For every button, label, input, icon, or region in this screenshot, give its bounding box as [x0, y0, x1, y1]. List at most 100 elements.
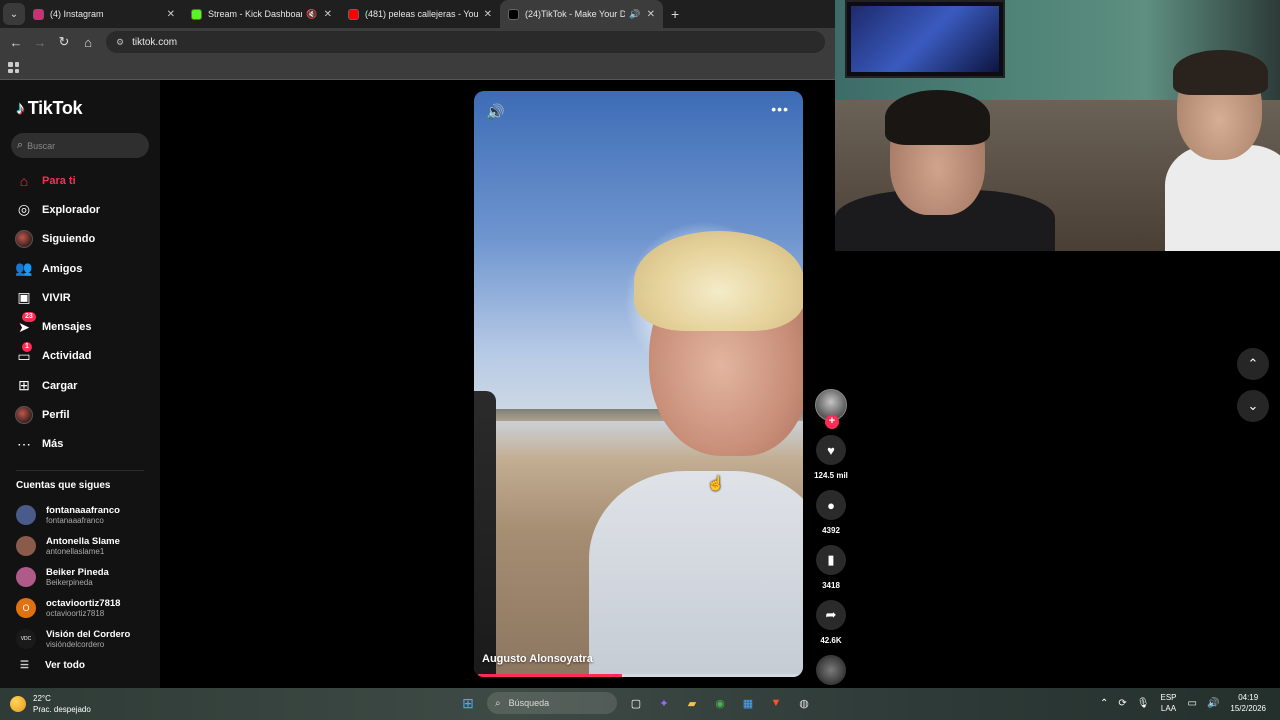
- taskbar-search[interactable]: ⌕ Búsqueda: [487, 692, 617, 714]
- account-username: Beikerpineda: [46, 577, 93, 587]
- address-bar[interactable]: ⚙ tiktok.com: [106, 31, 825, 53]
- video-player[interactable]: 🔊 ••• ☝ Augusto Alonsoyatra: [474, 91, 803, 677]
- search-input[interactable]: [27, 140, 128, 151]
- weather-desc: Prac. despejado: [33, 705, 91, 714]
- comment-action[interactable]: ● 4392: [811, 490, 851, 535]
- clock[interactable]: 04:19 15/2/2026: [1230, 692, 1266, 714]
- store-icon[interactable]: ▦: [739, 694, 757, 712]
- following-account[interactable]: Beiker Pineda Beikerpineda: [16, 562, 156, 593]
- browser-tab[interactable]: (24)TikTok - Make Your Day 🔊 ✕: [500, 0, 663, 28]
- sidebar-item-para-ti[interactable]: ⌂ Para ti: [0, 166, 160, 195]
- tab-title: (24)TikTok - Make Your Day: [525, 9, 626, 19]
- weather-widget[interactable]: 22°C Prac. despejado: [10, 693, 91, 715]
- video-actions: + ♥ 124.5 mil ● 4392 ▮ 3418 ➦ 42.6K: [811, 389, 851, 685]
- task-view-icon[interactable]: ▢: [627, 694, 645, 712]
- apps-grid-icon[interactable]: [8, 62, 19, 73]
- sidebar-item-vivir[interactable]: ▣ VIVIR: [0, 283, 160, 312]
- sidebar-item-siguiendo[interactable]: Siguiendo: [0, 225, 160, 254]
- chevron-down-icon: ⌄: [1247, 398, 1259, 413]
- share-count: 42.6K: [820, 636, 842, 645]
- sidebar-item-label: Explorador: [42, 203, 101, 216]
- creator-avatar[interactable]: +: [815, 389, 847, 429]
- compass-icon: ◎: [17, 201, 31, 218]
- account-username: visióndelcordero: [46, 639, 105, 649]
- copilot-icon[interactable]: ✦: [655, 694, 673, 712]
- sidebar-item-perfil[interactable]: Perfil: [0, 400, 160, 429]
- browser-tab[interactable]: (4) Instagram ✕: [25, 0, 183, 28]
- search-icon[interactable]: ⌕: [17, 139, 23, 152]
- volume-icon[interactable]: 🔊: [1207, 698, 1219, 709]
- following-account[interactable]: O octavioortiz7818 octavioortiz7818: [16, 592, 156, 623]
- account-username: fontanaaafranco: [46, 516, 104, 526]
- windows-start-icon[interactable]: ⊞: [459, 694, 477, 712]
- like-action[interactable]: ♥ 124.5 mil: [811, 435, 851, 480]
- tab-close-icon[interactable]: ✕: [484, 9, 492, 20]
- sidebar-item-explorador[interactable]: ◎ Explorador: [0, 195, 160, 224]
- video-side-figure: [474, 391, 496, 677]
- sidebar-item-amigos[interactable]: 👥 Amigos: [0, 254, 160, 283]
- video-progress-bar[interactable]: [478, 674, 799, 677]
- following-list: fontanaaafranco fontanaaafranco Antonell…: [16, 500, 156, 654]
- sidebar-item-mensajes[interactable]: ➤ 23 Mensajes: [0, 312, 160, 341]
- tab-audio-icon[interactable]: 🔊: [629, 9, 640, 20]
- chevron-up-icon[interactable]: ⌃: [1100, 698, 1108, 709]
- see-all-button[interactable]: ☰ Ver todo: [20, 660, 85, 671]
- more-options-icon[interactable]: •••: [771, 101, 789, 117]
- sidebar-item-label: VIVIR: [42, 291, 71, 304]
- site-info-icon[interactable]: ⚙: [116, 37, 124, 48]
- video-author[interactable]: Augusto Alonsoyatra: [482, 653, 593, 665]
- webcam-tv: [845, 0, 1005, 78]
- comment-icon[interactable]: ●: [816, 490, 846, 520]
- windows-taskbar: 22°C Prac. despejado ⊞ ⌕ Búsqueda ▢ ✦ ▰ …: [0, 688, 1280, 720]
- tab-close-icon[interactable]: ✕: [647, 9, 655, 20]
- share-action[interactable]: ➦ 42.6K: [811, 600, 851, 645]
- tab-close-icon[interactable]: ✕: [324, 9, 332, 20]
- tab-search-button[interactable]: ⌄: [3, 3, 25, 25]
- home-icon[interactable]: ⌂: [76, 35, 100, 50]
- sidebar-item-label: Para ti: [42, 174, 76, 187]
- sidebar-item-actividad[interactable]: ▭ 1 Actividad: [0, 341, 160, 371]
- reload-icon[interactable]: ↻: [52, 34, 76, 50]
- obs-icon[interactable]: ◍: [795, 694, 813, 712]
- heart-icon[interactable]: ♥: [816, 435, 846, 465]
- mic-icon[interactable]: 🎙: [1137, 698, 1150, 709]
- file-explorer-icon[interactable]: ▰: [683, 694, 701, 712]
- network-icon[interactable]: ▭: [1188, 698, 1197, 709]
- browser-tab-bar: ⌄ (4) Instagram ✕ Stream - Kick Dashboar…: [0, 0, 835, 28]
- url-text: tiktok.com: [132, 36, 178, 48]
- tab-audio-icon[interactable]: 🔇: [306, 9, 317, 20]
- account-avatar: VDC: [16, 628, 36, 649]
- account-avatar: O: [16, 597, 36, 618]
- forward-icon[interactable]: →: [28, 35, 52, 50]
- browser-tab[interactable]: Stream - Kick Dashboard 🔇 ✕: [183, 0, 340, 28]
- back-icon[interactable]: ←: [4, 35, 28, 50]
- music-disc-avatar[interactable]: [816, 655, 846, 685]
- sidebar-item-cargar[interactable]: ⊞ Cargar: [0, 371, 160, 400]
- tab-close-icon[interactable]: ✕: [167, 9, 175, 20]
- sidebar-item-más[interactable]: ⋯ Más: [0, 430, 160, 459]
- bookmark-icon[interactable]: ▮: [816, 545, 846, 575]
- chevron-up-icon: ⌃: [1247, 356, 1259, 371]
- following-account[interactable]: Antonella Slame antonellaslame1: [16, 531, 156, 562]
- live-icon: ▣: [17, 289, 31, 306]
- share-icon[interactable]: ➦: [816, 600, 846, 630]
- new-tab-button[interactable]: +: [671, 6, 679, 22]
- browser-toolbar: ← → ↻ ⌂ ⚙ tiktok.com: [0, 28, 835, 56]
- chrome-icon[interactable]: ◉: [711, 694, 729, 712]
- sidebar-divider: [16, 470, 144, 471]
- language-indicator[interactable]: ESP LAA: [1160, 692, 1176, 714]
- notification-badge: 1: [22, 341, 32, 352]
- list-icon: ☰: [20, 660, 29, 671]
- previous-video-button[interactable]: ⌃: [1237, 348, 1269, 380]
- brave-icon[interactable]: ▼: [767, 694, 785, 712]
- next-video-button[interactable]: ⌄: [1237, 390, 1269, 422]
- browser-tab[interactable]: (481) peleas callejeras - YouTub ✕: [340, 0, 500, 28]
- following-account[interactable]: fontanaaafranco fontanaaafranco: [16, 500, 156, 531]
- sync-icon[interactable]: ⟳: [1118, 698, 1126, 709]
- volume-icon[interactable]: 🔊: [486, 103, 505, 121]
- save-action[interactable]: ▮ 3418: [811, 545, 851, 590]
- tiktok-logo[interactable]: ♪ TikTok: [16, 98, 83, 119]
- follow-plus-icon[interactable]: +: [825, 415, 839, 429]
- following-account[interactable]: VDC Visión del Cordero visióndelcordero: [16, 623, 156, 654]
- tab-title: (481) peleas callejeras - YouTub: [365, 9, 478, 19]
